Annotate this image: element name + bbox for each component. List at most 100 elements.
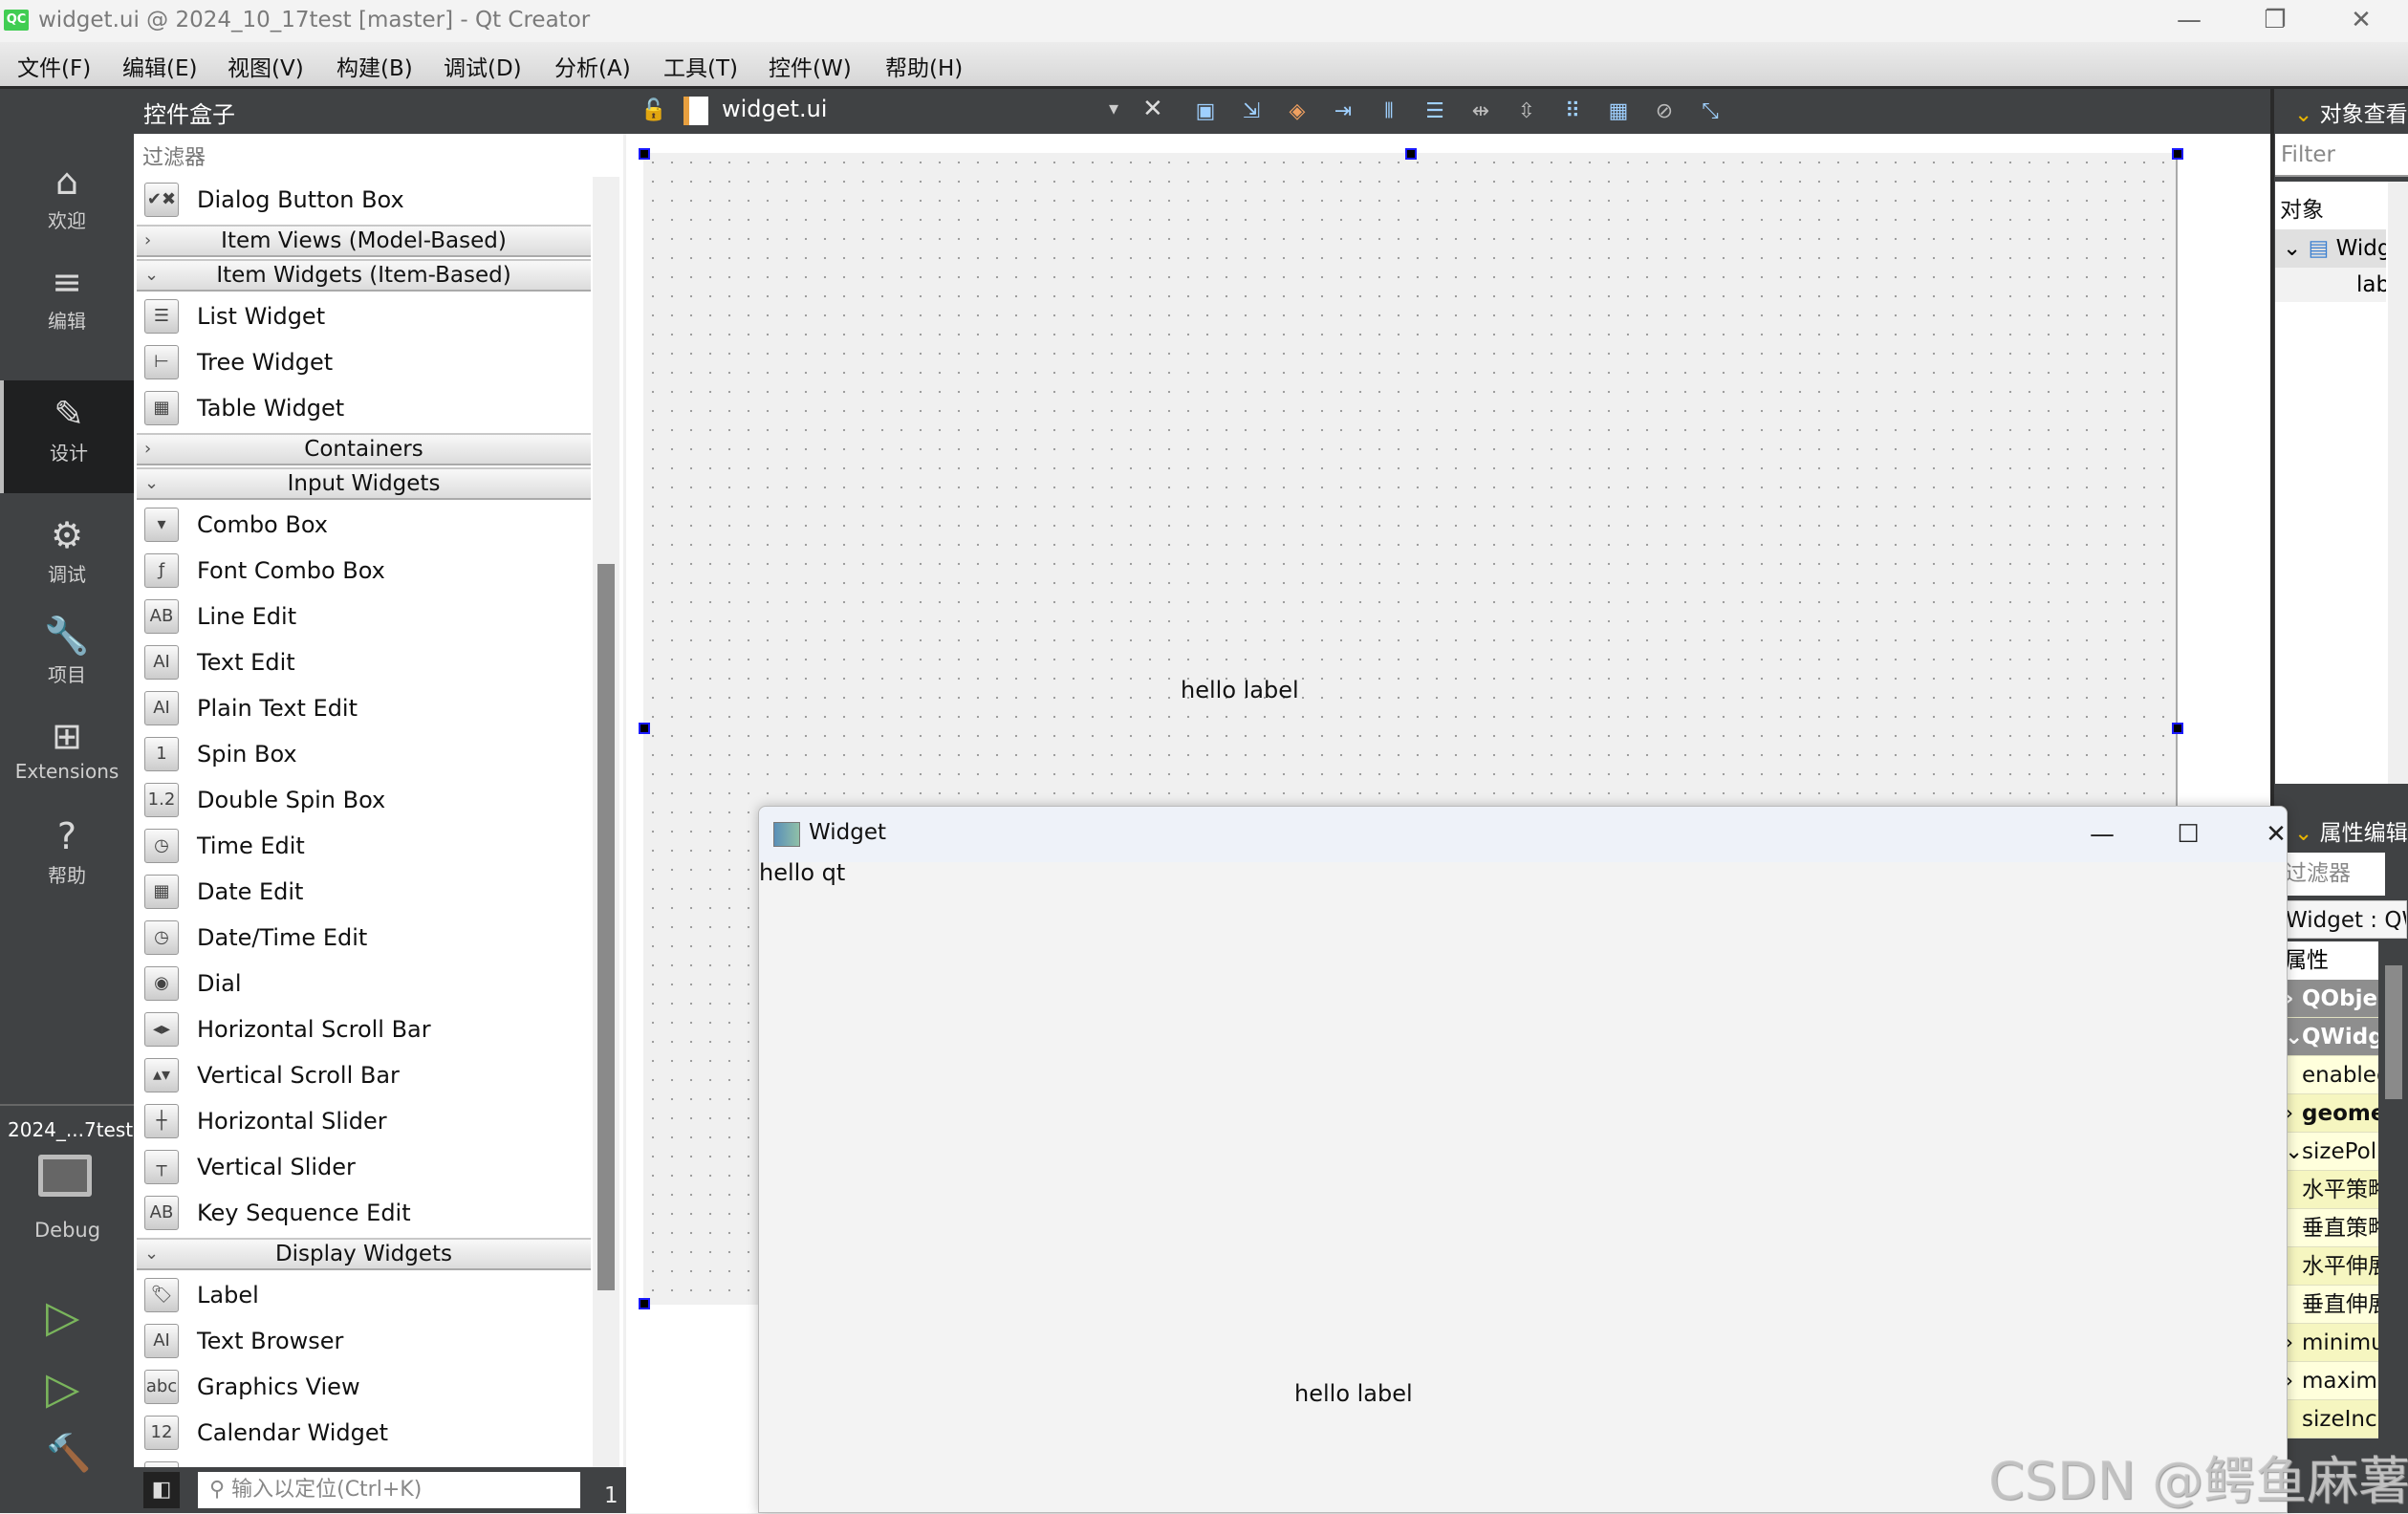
widget-item[interactable]: 1.2 Double Spin Box [137, 777, 591, 823]
property-row[interactable]: ›geometry [2285, 1094, 2378, 1133]
menu-file[interactable]: 文件(F) [17, 50, 91, 82]
layout-vertical-icon[interactable]: ☰ [1420, 97, 1450, 127]
widget-item[interactable]: ◂▸ Horizontal Scroll Bar [137, 1006, 591, 1052]
property-row[interactable]: 水平策略 [2285, 1171, 2378, 1209]
debug-run-button[interactable]: ▷ [46, 1362, 79, 1414]
property-filter-input[interactable]: 过滤器 [2285, 853, 2385, 896]
close-document-icon[interactable]: ✕ [1142, 95, 1163, 123]
adjust-size-icon[interactable]: ⤡ [1695, 97, 1725, 127]
mode-edit[interactable]: ≡ 编辑 [0, 249, 134, 349]
widget-category[interactable]: ⌄ Display Widgets [137, 1238, 591, 1270]
menu-controls[interactable]: 控件(W) [769, 50, 852, 82]
property-row[interactable]: sizeIncrement [2285, 1400, 2378, 1438]
widget-box-scrollbar[interactable] [593, 177, 619, 1467]
property-row[interactable]: ⌄sizePolicy [2285, 1133, 2378, 1171]
widget-item[interactable]: 12 Calendar Widget [137, 1410, 591, 1456]
resize-handle[interactable] [639, 723, 650, 734]
menu-help[interactable]: 帮助(H) [885, 50, 963, 82]
mode-help[interactable]: ? 帮助 [0, 803, 134, 903]
widget-item[interactable]: 42LCD Number [137, 1456, 591, 1467]
edit-buddies-icon[interactable]: ◈ [1282, 97, 1312, 127]
object-filter-input[interactable]: Filter [2275, 134, 2408, 177]
edit-tab-order-icon[interactable]: ⇥ [1328, 97, 1358, 127]
property-row[interactable]: enabled [2285, 1056, 2378, 1094]
edit-signals-slots-icon[interactable]: ⇲ [1236, 97, 1267, 127]
widget-category[interactable]: ⌄ Item Widgets (Item-Based) [137, 259, 591, 292]
widget-category[interactable]: › Containers [137, 433, 591, 465]
tree-row-widget[interactable]: ⌄ ▤ Widget [2275, 229, 2386, 268]
locator-input[interactable]: ⚲ 输入以定位(Ctrl+K) [198, 1472, 580, 1508]
property-row[interactable]: 垂直伸展 [2285, 1286, 2378, 1324]
widget-item[interactable]: ┼ Horizontal Slider [137, 1098, 591, 1144]
widget-item[interactable]: ┬ Vertical Slider [137, 1144, 591, 1190]
mode-design[interactable]: ✎ 设计 [0, 380, 134, 493]
object-column-header[interactable]: 对象 [2280, 191, 2324, 224]
resize-handle[interactable] [1405, 148, 1417, 160]
mode-debug[interactable]: ⚙ 调试 [0, 502, 134, 602]
layout-horizontal-icon[interactable]: ⦀ [1374, 97, 1404, 127]
property-row[interactable]: ⌄QWidget [2285, 1018, 2378, 1056]
mode-projects[interactable]: 🔧 项目 [0, 602, 134, 703]
widget-item[interactable]: AI Text Browser [137, 1318, 591, 1364]
kit-selector-monitor-icon[interactable] [38, 1155, 92, 1197]
menu-build[interactable]: 构建(B) [336, 50, 413, 82]
widget-item[interactable]: AI Text Edit [137, 639, 591, 685]
object-tree-scrollbar[interactable] [2388, 182, 2408, 784]
widget-category[interactable]: › Item Views (Model-Based) [137, 225, 591, 257]
widget-category[interactable]: ⌄ Input Widgets [137, 467, 591, 500]
menu-debug[interactable]: 调试(D) [444, 50, 522, 82]
menu-analyze[interactable]: 分析(A) [554, 50, 631, 82]
resize-handle[interactable] [2172, 723, 2183, 734]
property-column-header[interactable]: 属性 [2285, 941, 2378, 980]
build-hammer-button[interactable]: 🔨 [46, 1432, 91, 1475]
layout-form-icon[interactable]: ⠿ [1557, 97, 1588, 127]
app-maximize-button[interactable]: ☐ [2155, 812, 2222, 856]
toggle-sidebar-button[interactable]: ◧ [143, 1472, 180, 1508]
app-close-button[interactable]: ✕ [2243, 812, 2310, 856]
property-row[interactable]: 水平伸展 [2285, 1247, 2378, 1286]
minimize-button[interactable]: — [2146, 0, 2232, 42]
widget-item[interactable]: AI Plain Text Edit [137, 685, 591, 731]
menu-view[interactable]: 视图(V) [228, 50, 304, 82]
widget-item[interactable]: ◉ Dial [137, 961, 591, 1006]
splitter-horizontal-icon[interactable]: ⇹ [1465, 97, 1496, 127]
widget-item[interactable]: ƒ Font Combo Box [137, 548, 591, 594]
widget-item[interactable]: ◷ Time Edit [137, 823, 591, 869]
property-row[interactable]: 垂直策略 [2285, 1209, 2378, 1247]
resize-handle[interactable] [639, 148, 650, 160]
app-minimize-button[interactable]: — [2069, 812, 2136, 856]
layout-grid-icon[interactable]: ▦ [1603, 97, 1634, 127]
widget-item[interactable]: AB Line Edit [137, 594, 591, 639]
property-row[interactable]: ›minimumSize [2285, 1324, 2378, 1362]
widget-item[interactable]: ▴▾ Vertical Scroll Bar [137, 1052, 591, 1098]
edit-widgets-icon[interactable]: ▣ [1190, 97, 1221, 127]
widget-item[interactable]: ◷ Date/Time Edit [137, 915, 591, 961]
resize-handle[interactable] [639, 1298, 650, 1309]
mode-welcome[interactable]: ⌂ 欢迎 [0, 148, 134, 249]
file-dropdown-icon[interactable]: ▾ [1109, 97, 1118, 119]
splitter-vertical-icon[interactable]: ⇳ [1511, 97, 1542, 127]
run-button[interactable]: ▷ [46, 1290, 79, 1342]
close-button[interactable]: ✕ [2318, 0, 2404, 42]
restore-button[interactable]: ❐ [2232, 0, 2318, 42]
tree-row-label-object[interactable]: label [2275, 268, 2386, 302]
property-scrollbar-thumb[interactable] [2385, 965, 2402, 1099]
widget-box-filter-input[interactable] [137, 139, 619, 177]
menu-edit[interactable]: 编辑(E) [122, 50, 197, 82]
menu-tools[interactable]: 工具(T) [663, 50, 738, 82]
widget-item[interactable]: ▾ Combo Box [137, 502, 591, 548]
property-row[interactable]: ›maximumSize [2285, 1362, 2378, 1400]
widget-item[interactable]: AB Key Sequence Edit [137, 1190, 591, 1236]
open-file-name[interactable]: widget.ui [722, 96, 827, 122]
widget-item[interactable]: abc Graphics View [137, 1364, 591, 1410]
break-layout-icon[interactable]: ⊘ [1649, 97, 1680, 127]
resize-handle[interactable] [2172, 148, 2183, 160]
widget-item[interactable]: ▦ Table Widget [137, 385, 591, 431]
mode-extensions[interactable]: ⊞ Extensions [0, 703, 134, 803]
widget-item[interactable]: ⊢ Tree Widget [137, 339, 591, 385]
widget-item[interactable]: ☰ List Widget [137, 293, 591, 339]
widget-item[interactable]: 1 Spin Box [137, 731, 591, 777]
widget-item[interactable]: 🏷 Label [137, 1272, 591, 1318]
property-row[interactable]: ›QObject [2285, 980, 2378, 1018]
widget-item[interactable]: ▦ Date Edit [137, 869, 591, 915]
